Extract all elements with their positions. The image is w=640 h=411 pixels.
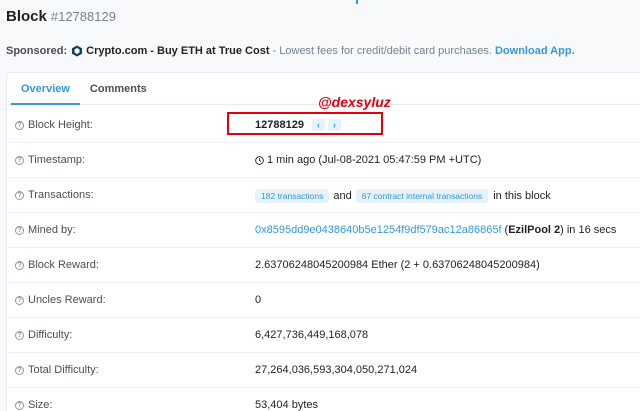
mining-pool-name: EzilPool 2: [508, 224, 561, 236]
uncles-reward-value: 0: [255, 294, 262, 306]
difficulty-row: ? Difficulty: 6,427,736,449,168,078: [7, 318, 640, 353]
help-icon[interactable]: ?: [15, 330, 24, 340]
mined-time-suffix: in 16 secs: [566, 224, 617, 236]
timestamp-value: 1 min ago (Jul-08-2021 05:47:59 PM +UTC): [267, 154, 482, 166]
tab-comments[interactable]: Comments: [80, 73, 157, 105]
tab-overview[interactable]: Overview: [11, 73, 80, 105]
block-number-ref: #12788129: [50, 9, 116, 24]
difficulty-label: Difficulty:: [28, 329, 73, 341]
page-header: Block #12788129: [0, 0, 640, 34]
total-difficulty-label: Total Difficulty:: [28, 364, 99, 376]
help-icon[interactable]: ?: [15, 365, 24, 375]
clock-icon: [255, 155, 264, 165]
transactions-row: ? Transactions: 182 transactions and 67 c…: [7, 178, 640, 213]
internal-transactions-link[interactable]: 67 contract internal transactions: [355, 189, 489, 203]
block-reward-row: ? Block Reward: 2.63706248045200984 Ether…: [7, 248, 640, 283]
help-icon[interactable]: ?: [15, 295, 24, 305]
size-row: ? Size: 53,404 bytes: [7, 388, 640, 411]
size-value: 53,404 bytes: [255, 399, 318, 411]
top-accent-mark: [356, 0, 358, 4]
sponsor-description: - Lowest fees for credit/debit card purc…: [272, 45, 492, 57]
download-app-link[interactable]: Download App.: [495, 45, 575, 57]
mined-by-row: ? Mined by: 0x8595dd9e0438640b5e1254f9df5…: [7, 213, 640, 248]
difficulty-value: 6,427,736,449,168,078: [255, 329, 369, 341]
timestamp-row: ? Timestamp: 1 min ago (Jul-08-2021 05:47…: [7, 143, 640, 178]
block-reward-value: 2.63706248045200984 Ether (2 + 0.6370624…: [255, 259, 540, 271]
size-label: Size:: [28, 399, 53, 411]
help-icon[interactable]: ?: [15, 225, 24, 235]
block-height-label: Block Height:: [28, 119, 93, 131]
help-icon[interactable]: ?: [15, 120, 24, 130]
transactions-and-text: and: [333, 190, 352, 202]
uncles-reward-label: Uncles Reward:: [28, 294, 106, 306]
total-difficulty-row: ? Total Difficulty: 27,264,036,593,304,05…: [7, 353, 640, 388]
sponsored-label: Sponsored:: [6, 45, 68, 57]
annotation-watermark: @dexsyluz: [318, 94, 391, 110]
block-reward-label: Block Reward:: [28, 259, 99, 271]
sponsored-banner: Sponsored: Crypto.com - Buy ETH at True …: [6, 45, 575, 57]
sponsor-brand-link[interactable]: Crypto.com - Buy ETH at True Cost: [86, 45, 269, 57]
timestamp-label: Timestamp:: [28, 154, 86, 166]
page-title: Block: [6, 8, 47, 25]
total-difficulty-value: 27,264,036,593,304,050,271,024: [255, 364, 418, 376]
help-icon[interactable]: ?: [15, 400, 24, 410]
uncles-reward-row: ? Uncles Reward: 0: [7, 283, 640, 318]
crypto-com-logo-icon: [72, 45, 83, 57]
help-icon[interactable]: ?: [15, 155, 24, 165]
transactions-suffix: in this block: [493, 190, 551, 202]
help-icon[interactable]: ?: [15, 260, 24, 270]
annotation-highlight-box: [227, 112, 383, 135]
help-icon[interactable]: ?: [15, 190, 24, 200]
miner-address-link[interactable]: 0x8595dd9e0438640b5e1254f9df579ac12a8686…: [255, 224, 502, 236]
transactions-label: Transactions:: [28, 189, 94, 201]
mined-by-label: Mined by:: [28, 224, 76, 236]
transactions-count-link[interactable]: 182 transactions: [255, 189, 330, 203]
